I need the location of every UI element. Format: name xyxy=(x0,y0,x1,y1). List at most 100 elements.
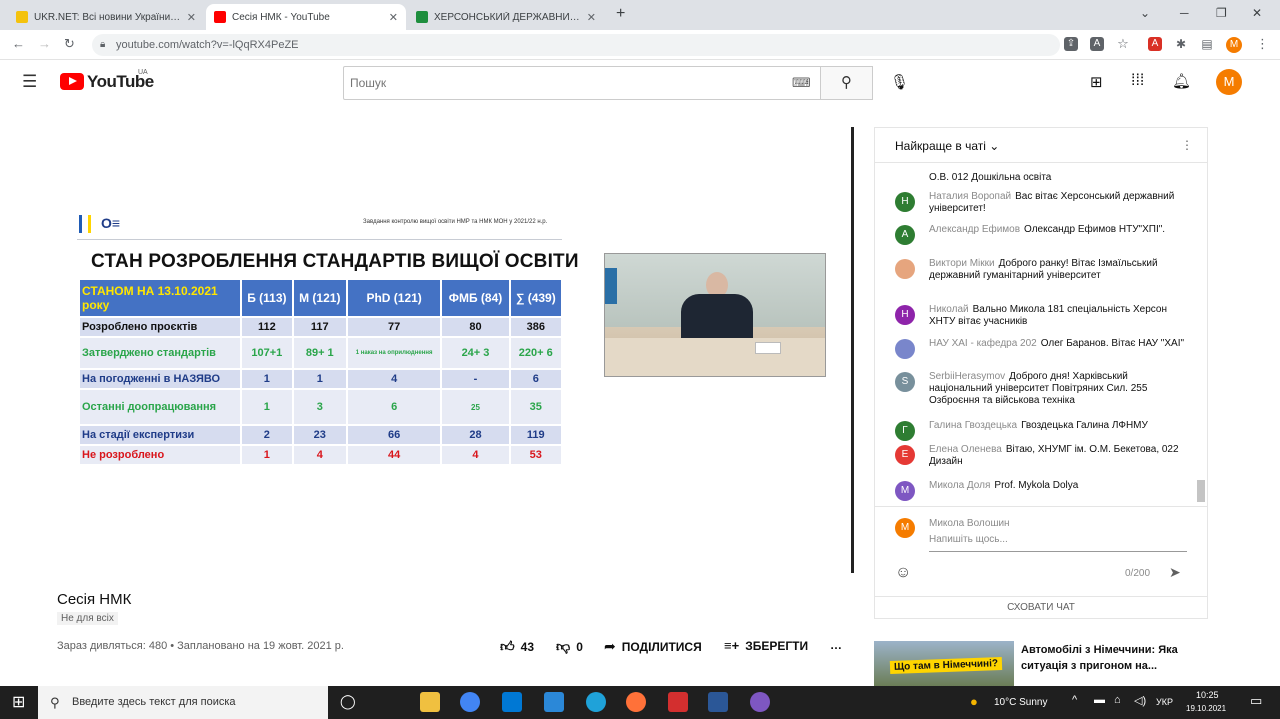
chat-avatar: Н xyxy=(895,305,915,325)
reload-icon[interactable]: ↻ xyxy=(64,36,75,52)
like-button[interactable]: 👍︎ 43 xyxy=(500,638,534,655)
table-cell: 4 xyxy=(293,446,346,464)
chat-scrollbar[interactable] xyxy=(1197,480,1205,502)
new-tab-button[interactable]: + xyxy=(616,5,625,23)
close-window-icon[interactable]: ✕ xyxy=(1252,6,1262,20)
reading-list-icon[interactable]: ▤ xyxy=(1200,37,1214,51)
table-cell: 28 xyxy=(442,426,509,444)
browser-tab-khersonsky[interactable]: ХЕРСОНСЬКИЙ ДЕРЖАВНИЙ АГ… ✕ xyxy=(408,4,604,30)
chat-more-icon[interactable]: ⋮ xyxy=(1181,138,1193,152)
acrobat-icon[interactable] xyxy=(668,692,688,712)
share-page-icon[interactable]: ⇪ xyxy=(1064,37,1078,51)
chat-avatar: Г xyxy=(895,421,915,441)
browser-profile-avatar[interactable]: M xyxy=(1226,37,1242,53)
chat-message-input[interactable]: Напишіть щось... xyxy=(929,534,1187,552)
mail-icon[interactable] xyxy=(502,692,522,712)
firefox-icon[interactable] xyxy=(626,692,646,712)
close-tab-icon[interactable]: ✕ xyxy=(187,11,196,24)
forward-icon[interactable]: → xyxy=(38,36,51,51)
chat-filter-label: Найкраще в чаті xyxy=(895,139,986,153)
more-actions-button[interactable]: … xyxy=(830,638,842,652)
clock-date[interactable]: 19.10.2021 xyxy=(1186,704,1226,713)
extensions-puzzle-icon[interactable]: ✱ xyxy=(1174,37,1188,51)
table-cell: 35 xyxy=(510,390,561,424)
sheets-favicon-icon xyxy=(416,11,428,23)
search-input[interactable]: Пошук ⌨ xyxy=(343,66,821,100)
chat-filter-dropdown[interactable]: Найкраще в чаті ⌄ xyxy=(895,139,999,153)
row-label: Останні доопрацювання xyxy=(80,390,240,424)
chat-author: Александр Ефимов xyxy=(929,224,1021,235)
close-tab-icon[interactable]: ✕ xyxy=(587,11,596,24)
notifications-bell-icon[interactable]: 🔔︎ xyxy=(1172,72,1191,90)
table-header-cell: ФМБ (84) xyxy=(442,280,509,316)
viber-icon[interactable] xyxy=(750,692,770,712)
weather-text[interactable]: 10°C Sunny xyxy=(994,697,1047,708)
browser-tab-youtube[interactable]: Сесія НМК - YouTube ✕ xyxy=(206,4,406,30)
chat-author: Елена Оленева xyxy=(929,444,1002,455)
chat-message: S SerbiiHerasymov Доброго дня! Харківськи… xyxy=(895,371,1185,407)
windows-search-box[interactable]: ⚲ Введите здесь текст для поиска xyxy=(38,686,328,719)
table-cell: 2 xyxy=(242,426,292,444)
save-button[interactable]: ≡+ ЗБЕРЕГТИ xyxy=(724,638,808,653)
chat-author: Николай xyxy=(929,304,969,315)
battery-icon[interactable]: ▬ xyxy=(1094,694,1105,706)
table-cell: 80 xyxy=(442,318,509,336)
share-arrow-icon: ➦ xyxy=(604,638,616,654)
like-count: 43 xyxy=(520,639,534,654)
live-chat-panel: Найкраще в чаті ⌄ ⋮ О.В. 012 Дошкільна о… xyxy=(874,127,1208,619)
tab-search-chevron-icon[interactable]: ⌄ xyxy=(1140,6,1150,20)
browser-tab-ukrnet[interactable]: UKR.NET: Всі новини України, о… ✕ xyxy=(8,4,204,30)
translate-icon[interactable]: A xyxy=(1090,37,1104,51)
lock-icon[interactable]: 🔒︎ xyxy=(100,34,105,56)
related-video-thumbnail[interactable]: Що там в Німеччині? xyxy=(874,641,1014,686)
player-edge xyxy=(851,127,854,573)
task-view-icon[interactable]: ◯ xyxy=(340,693,356,710)
maximize-icon[interactable]: ❐ xyxy=(1216,6,1227,20)
pdf-extension-icon[interactable]: A xyxy=(1148,37,1162,51)
hide-chat-divider xyxy=(875,596,1207,597)
related-video-title[interactable]: Автомобілі з Німеччини: Яка ситуація з п… xyxy=(1021,642,1191,674)
youtube-logo-icon[interactable] xyxy=(60,73,84,90)
table-row: Не розроблено 1 4 44 4 53 xyxy=(80,446,561,464)
youtube-account-avatar[interactable]: M xyxy=(1216,69,1242,95)
address-bar[interactable]: 🔒︎ youtube.com/watch?v=-lQqRX4PeZE xyxy=(92,34,1060,56)
windows-start-icon[interactable]: ⊞ xyxy=(12,692,25,712)
browser-menu-icon[interactable]: ⋮ xyxy=(1256,36,1269,52)
bookmark-star-icon[interactable]: ☆ xyxy=(1116,37,1130,51)
table-cell: 6 xyxy=(510,370,561,388)
input-language[interactable]: УКР xyxy=(1156,697,1173,707)
row-label: Затверджено стандартів xyxy=(80,338,240,368)
apps-grid-icon[interactable]: ⁞⁞⁞ xyxy=(1131,72,1144,90)
notification-center-icon[interactable]: ▭ xyxy=(1250,693,1262,709)
table-cell: 3 xyxy=(293,390,346,424)
share-label: ПОДІЛИТИСЯ xyxy=(621,639,702,654)
send-icon[interactable]: ➤ xyxy=(1169,564,1181,581)
create-video-icon[interactable]: ⊞ xyxy=(1090,73,1103,91)
keyboard-icon[interactable]: ⌨ xyxy=(792,67,811,99)
network-icon[interactable]: ⌂ xyxy=(1114,694,1121,706)
tab-title: UKR.NET: Всі новини України, о… xyxy=(34,11,181,23)
emoji-icon[interactable]: ☺ xyxy=(895,564,911,582)
microphone-icon[interactable]: 🎙︎ xyxy=(890,73,909,91)
chrome-icon[interactable] xyxy=(460,692,480,712)
row-label: На стадії експертизи xyxy=(80,426,240,444)
dislike-button[interactable]: 👎︎ 0 xyxy=(556,638,583,655)
file-explorer-icon[interactable] xyxy=(420,692,440,712)
hamburger-menu-icon[interactable]: ☰ xyxy=(22,72,37,92)
store-icon[interactable] xyxy=(544,692,564,712)
tray-chevron-icon[interactable]: ^ xyxy=(1072,694,1077,706)
minimize-icon[interactable]: ─ xyxy=(1180,6,1189,20)
chat-author: SerbiiHerasymov xyxy=(929,371,1006,382)
edge-icon[interactable] xyxy=(586,692,606,712)
chat-message: М Микола Доля Prof. Mykola Dolya xyxy=(895,480,1185,501)
chat-text: Prof. Mykola Dolya xyxy=(994,480,1079,491)
search-button[interactable]: ⚲ xyxy=(821,66,873,100)
hide-chat-button[interactable]: СХОВАТИ ЧАТ xyxy=(875,602,1207,613)
chat-partial-message: О.В. 012 Дошкільна освіта xyxy=(929,172,1052,183)
word-icon[interactable] xyxy=(708,692,728,712)
close-tab-icon[interactable]: ✕ xyxy=(389,11,398,24)
back-icon[interactable]: ← xyxy=(12,36,25,51)
share-button[interactable]: ➦ ПОДІЛИТИСЯ xyxy=(604,638,702,655)
volume-icon[interactable]: ◁) xyxy=(1134,694,1146,707)
clock-time[interactable]: 10:25 xyxy=(1196,690,1219,700)
